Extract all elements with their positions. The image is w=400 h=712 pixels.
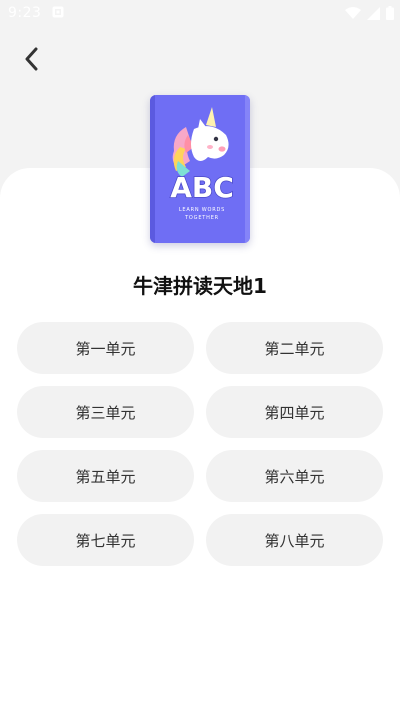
unit-button-2[interactable]: 第二单元: [206, 322, 383, 374]
book-cover: ABC LEARN WORDS TOGETHER: [150, 95, 250, 243]
status-bar: 9:23: [0, 0, 400, 26]
signal-icon: [367, 6, 380, 20]
book-cover-illustration: ABC LEARN WORDS TOGETHER: [150, 95, 250, 243]
unit-button-4[interactable]: 第四单元: [206, 386, 383, 438]
unit-grid: 第一单元 第二单元 第三单元 第四单元 第五单元 第六单元 第七单元 第八单元: [17, 322, 383, 566]
wifi-icon: [345, 6, 361, 19]
status-icons: [345, 6, 394, 20]
unit-button-6[interactable]: 第六单元: [206, 450, 383, 502]
notification-icon: [52, 6, 64, 18]
unit-button-3[interactable]: 第三单元: [17, 386, 194, 438]
unit-button-1[interactable]: 第一单元: [17, 322, 194, 374]
battery-icon: [386, 6, 394, 20]
back-button[interactable]: [14, 42, 48, 76]
cover-main-text: ABC: [170, 171, 234, 204]
unit-button-8[interactable]: 第八单元: [206, 514, 383, 566]
unit-button-7[interactable]: 第七单元: [17, 514, 194, 566]
unit-button-5[interactable]: 第五单元: [17, 450, 194, 502]
cover-sub-text-1: LEARN WORDS: [179, 207, 225, 213]
cover-sub-text-2: TOGETHER: [184, 215, 219, 221]
book-title: 牛津拼读天地1: [133, 274, 267, 298]
status-time: 9:23: [8, 5, 42, 21]
back-arrow-icon: [25, 47, 38, 71]
